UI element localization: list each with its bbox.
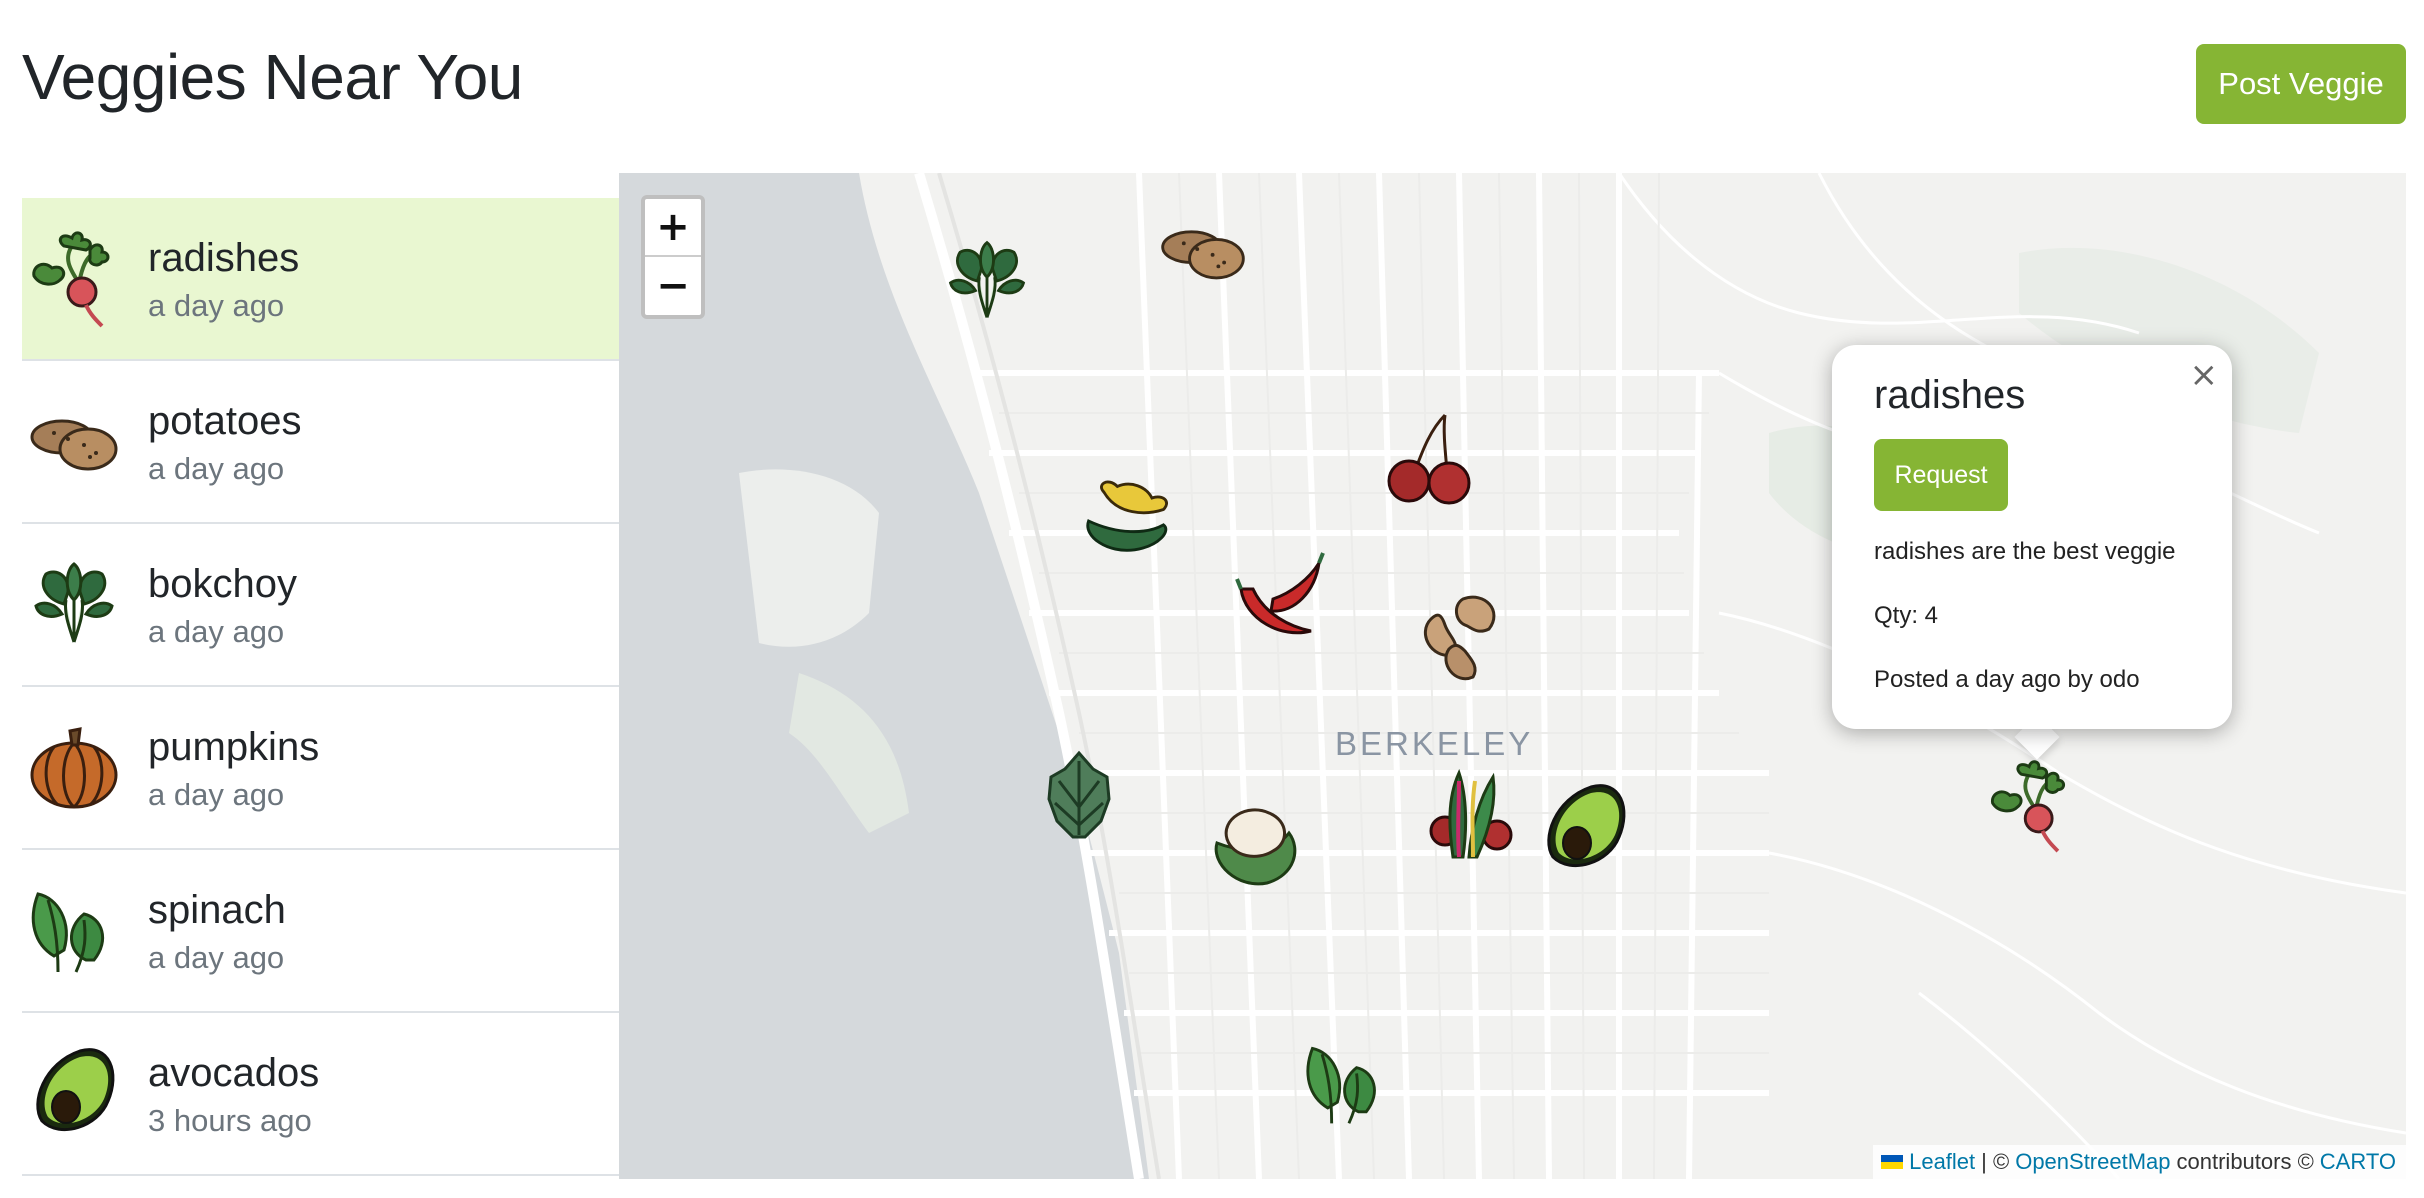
radish-icon [24, 228, 124, 328]
zoom-control: + − [641, 195, 705, 319]
popup-posted: Posted a day ago by odo [1874, 666, 2140, 693]
request-button[interactable]: Request [1874, 439, 2008, 511]
veggie-list: radishes a day ago potatoes a day ago bo… [22, 198, 619, 1176]
popup-description: radishes are the best veggie [1874, 538, 2176, 565]
cauliflower-marker-icon[interactable] [1207, 793, 1307, 893]
beans-marker-icon[interactable] [1409, 589, 1509, 689]
item-name: potatoes [148, 399, 302, 443]
list-item-potatoes[interactable]: potatoes a day ago [22, 361, 619, 524]
map[interactable]: + − BERKELEY × radishes Request radishes… [619, 173, 2406, 1179]
zoom-out-button[interactable]: − [645, 257, 701, 315]
cherry-marker-icon[interactable] [1379, 409, 1479, 509]
item-time: a day ago [148, 777, 285, 812]
list-item-pumpkins[interactable]: pumpkins a day ago [22, 687, 619, 850]
list-item-spinach[interactable]: spinach a day ago [22, 850, 619, 1013]
leaflet-link[interactable]: Leaflet [1909, 1149, 1975, 1175]
potato-icon [24, 391, 124, 491]
marker-popup: × radishes Request radishes are the best… [1832, 345, 2232, 729]
bokchoy-marker-icon[interactable] [939, 233, 1035, 329]
item-name: avocados [148, 1051, 320, 1095]
city-label: BERKELEY [1335, 725, 1534, 762]
item-name: radishes [148, 236, 300, 280]
chard-marker-icon[interactable] [1423, 769, 1523, 869]
radish-marker-icon[interactable] [1983, 757, 2079, 853]
close-icon[interactable]: × [2190, 355, 2219, 395]
map-attribution: Leaflet | © OpenStreetMap contributors ©… [1873, 1145, 2406, 1179]
avocado-marker-icon[interactable] [1535, 779, 1635, 879]
carto-link[interactable]: CARTO [2320, 1149, 2396, 1175]
attribution-contributors: contributors © [2176, 1149, 2314, 1174]
item-time: a day ago [148, 451, 285, 486]
pepper-marker-icon[interactable] [1231, 549, 1331, 649]
bokchoy-icon [24, 554, 124, 654]
item-time: a day ago [148, 940, 285, 975]
spinach-icon [24, 880, 124, 980]
pumpkin-icon [24, 717, 124, 817]
list-item-bokchoy[interactable]: bokchoy a day ago [22, 524, 619, 687]
item-name: spinach [148, 888, 286, 932]
cucumber-marker-icon[interactable] [1079, 473, 1175, 569]
avocado-icon [24, 1043, 124, 1143]
artichoke-marker-icon[interactable] [1029, 747, 1129, 847]
osm-link[interactable]: OpenStreetMap [2015, 1149, 2170, 1175]
item-name: pumpkins [148, 725, 320, 769]
page-title: Veggies Near You [22, 41, 523, 113]
ukraine-flag-icon [1881, 1155, 1904, 1169]
item-name: bokchoy [148, 562, 297, 606]
item-time: a day ago [148, 614, 285, 649]
spinach-marker-icon[interactable] [1299, 1035, 1395, 1131]
item-time: a day ago [148, 288, 285, 323]
potato-marker-icon[interactable] [1155, 203, 1251, 299]
post-veggie-button[interactable]: Post Veggie [2196, 44, 2406, 124]
item-time: 3 hours ago [148, 1103, 312, 1138]
popup-quantity: Qty: 4 [1874, 602, 1939, 629]
zoom-in-button[interactable]: + [645, 199, 701, 257]
attribution-separator: | © [1981, 1149, 2010, 1174]
list-item-radishes[interactable]: radishes a day ago [22, 198, 619, 361]
list-item-avocados[interactable]: avocados 3 hours ago [22, 1013, 619, 1176]
popup-title: radishes [1874, 373, 2026, 417]
